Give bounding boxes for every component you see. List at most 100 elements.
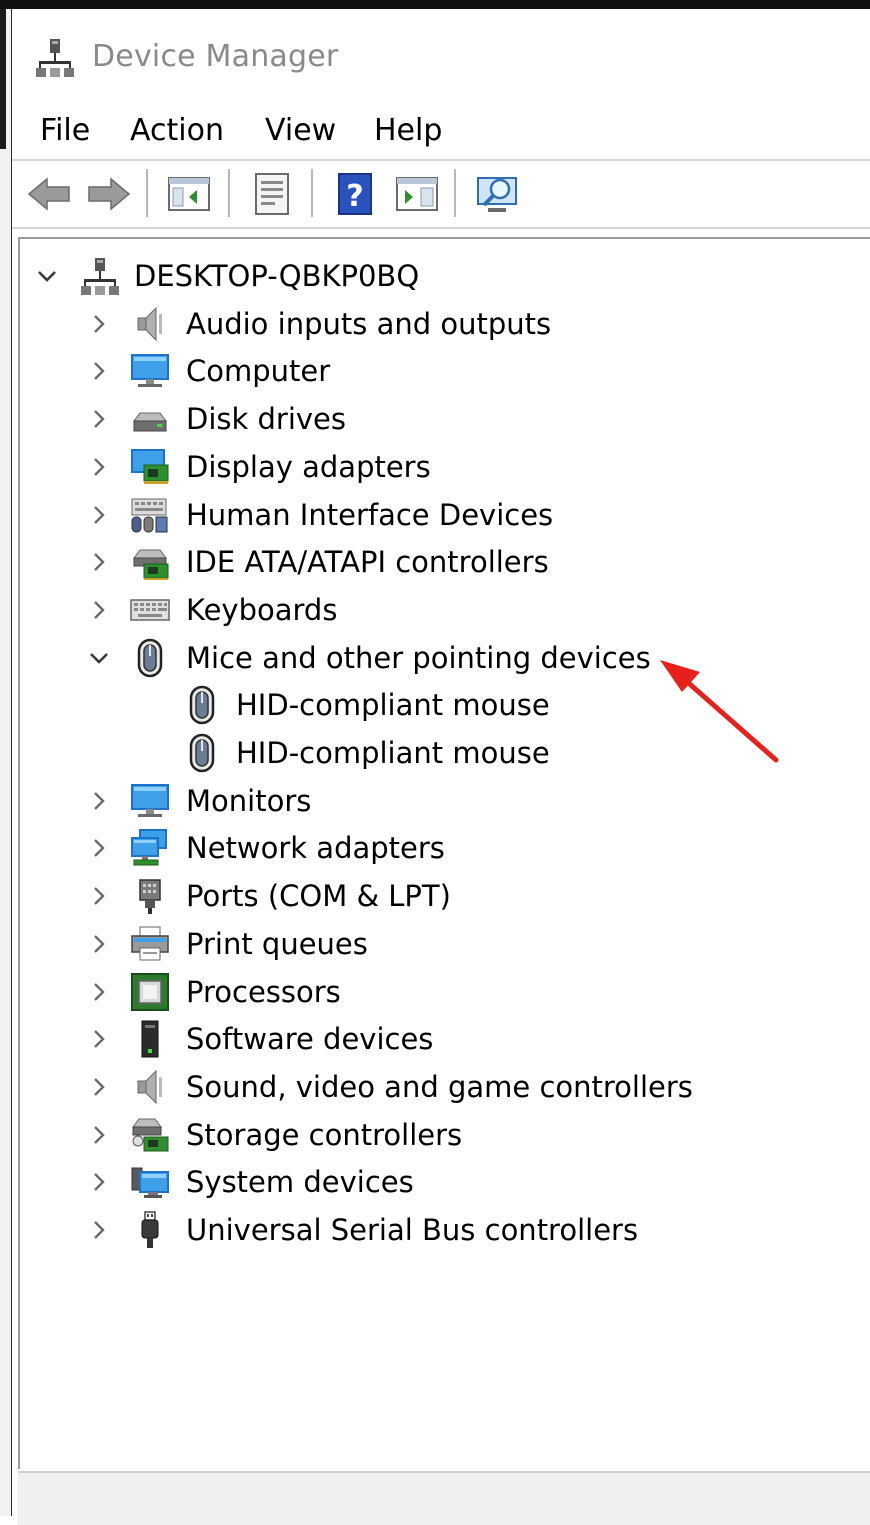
tree-item-label: Network adapters [186, 831, 445, 866]
speaker-icon [130, 304, 170, 344]
properties-button[interactable] [247, 169, 297, 219]
tree-item-label: IDE ATA/ATAPI controllers [186, 545, 549, 580]
title-bar[interactable]: Device Manager [12, 9, 870, 107]
keyboard-icon [130, 590, 170, 630]
hid-icon [130, 495, 170, 535]
outer-frame-left-shadow [0, 9, 6, 149]
window-title: Device Manager [92, 39, 339, 74]
toolbar-separator [311, 169, 313, 217]
tree-item-label: DESKTOP-QBKP0BQ [134, 259, 420, 293]
menu-view[interactable]: View [265, 113, 336, 148]
tree-device-item[interactable]: HID-compliant mouse [20, 730, 860, 776]
chevron-right-icon[interactable] [88, 1028, 110, 1050]
tree-category-item[interactable]: Network adapters [20, 825, 860, 871]
outer-frame-top [0, 0, 870, 9]
help-icon: ? [338, 173, 372, 215]
tree-item-label: Storage controllers [186, 1117, 463, 1152]
chevron-right-icon[interactable] [88, 790, 110, 812]
tree-item-label: Keyboards [186, 592, 338, 627]
back-button[interactable] [24, 169, 74, 219]
mouse-icon [182, 685, 222, 725]
mouse-icon [182, 733, 222, 773]
usb-icon [130, 1210, 170, 1250]
chevron-right-icon[interactable] [88, 313, 110, 335]
tree-device-item[interactable]: HID-compliant mouse [20, 682, 860, 728]
help-button[interactable]: ? [330, 169, 380, 219]
tree-category-item[interactable]: Storage controllers [20, 1112, 860, 1158]
monitor-icon [130, 781, 170, 821]
printer-icon [130, 924, 170, 964]
chevron-right-icon[interactable] [88, 885, 110, 907]
menu-action[interactable]: Action [130, 113, 224, 148]
scan-hardware-changes-button[interactable] [472, 169, 522, 219]
mouse-icon [130, 638, 170, 678]
chevron-right-icon[interactable] [88, 981, 110, 1003]
chevron-right-icon[interactable] [88, 1124, 110, 1146]
tree-item-label: HID-compliant mouse [236, 736, 550, 770]
toolbar-separator [146, 169, 148, 217]
tree-item-label: HID-compliant mouse [236, 688, 550, 723]
tree-category-item[interactable]: Ports (COM & LPT) [20, 873, 860, 919]
outer-frame-left [0, 9, 12, 1516]
chevron-down-icon[interactable] [88, 647, 110, 669]
menu-help[interactable]: Help [374, 113, 442, 148]
tree-item-label: Disk drives [186, 402, 347, 437]
show-action-pane-button[interactable] [392, 169, 442, 219]
tree-item-label: Monitors [186, 783, 312, 818]
tree-item-label: Display adapters [186, 449, 431, 484]
chevron-right-icon[interactable] [88, 1219, 110, 1241]
tree-category-item[interactable]: Print queues [20, 921, 860, 967]
tree-item-label: Audio inputs and outputs [186, 306, 552, 341]
tree-category-item[interactable]: Software devices [20, 1016, 860, 1062]
chevron-right-icon[interactable] [88, 599, 110, 621]
forward-arrow-icon [88, 177, 131, 211]
chevron-right-icon[interactable] [88, 1171, 110, 1193]
chevron-right-icon[interactable] [88, 504, 110, 526]
toolbar: ? [12, 161, 870, 229]
port-icon [130, 876, 170, 916]
device-tree[interactable]: DESKTOP-QBKP0BQ Audio inputs and outputs C… [18, 237, 870, 1469]
tree-category-item[interactable]: Monitors [20, 778, 860, 824]
tree-category-item[interactable]: Universal Serial Bus controllers [20, 1207, 860, 1253]
network-adapter-icon [130, 828, 170, 868]
tree-item-label: Universal Serial Bus controllers [186, 1213, 639, 1247]
tree-category-item[interactable]: Processors [20, 969, 860, 1015]
chevron-right-icon[interactable] [88, 837, 110, 859]
chevron-right-icon[interactable] [88, 1076, 110, 1098]
tree-category-item[interactable]: Audio inputs and outputs [20, 301, 860, 347]
chevron-right-icon[interactable] [88, 551, 110, 573]
toolbar-separator [454, 169, 456, 217]
console-tree-icon [168, 177, 210, 211]
chevron-down-icon[interactable] [36, 265, 58, 287]
device-manager-window: Device Manager File Action View Help ? D… [12, 9, 870, 1525]
monitor-icon [130, 351, 170, 391]
tree-item-label: Sound, video and game controllers [186, 1069, 693, 1104]
tree-category-item[interactable]: Keyboards [20, 587, 860, 633]
chevron-right-icon[interactable] [88, 456, 110, 478]
forward-button[interactable] [84, 169, 134, 219]
tree-category-item[interactable]: Sound, video and game controllers [20, 1064, 860, 1110]
menu-file[interactable]: File [40, 113, 90, 148]
toolbar-separator [228, 169, 230, 217]
tree-item-label: Software devices [186, 1022, 434, 1057]
tree-category-item[interactable]: Disk drives [20, 396, 860, 442]
tree-item-label: Computer [186, 354, 331, 389]
computer-root-icon [80, 256, 120, 296]
display-adapter-icon [130, 447, 170, 487]
tree-item-label: Human Interface Devices [186, 497, 554, 532]
tree-root-item[interactable]: DESKTOP-QBKP0BQ [20, 253, 860, 299]
tree-category-item[interactable]: Computer [20, 348, 860, 394]
chevron-right-icon[interactable] [88, 408, 110, 430]
tree-category-item[interactable]: System devices [20, 1159, 860, 1205]
tree-category-item[interactable]: Human Interface Devices [20, 492, 860, 538]
tree-item-label: System devices [186, 1165, 414, 1200]
menu-bar: File Action View Help [12, 107, 870, 161]
speaker-icon [130, 1067, 170, 1107]
tree-category-item[interactable]: Mice and other pointing devices [20, 635, 860, 681]
software-device-icon [130, 1019, 170, 1059]
chevron-right-icon[interactable] [88, 933, 110, 955]
tree-category-item[interactable]: Display adapters [20, 444, 860, 490]
show-hide-console-tree-button[interactable] [164, 169, 214, 219]
chevron-right-icon[interactable] [88, 360, 110, 382]
tree-category-item[interactable]: IDE ATA/ATAPI controllers [20, 539, 860, 585]
